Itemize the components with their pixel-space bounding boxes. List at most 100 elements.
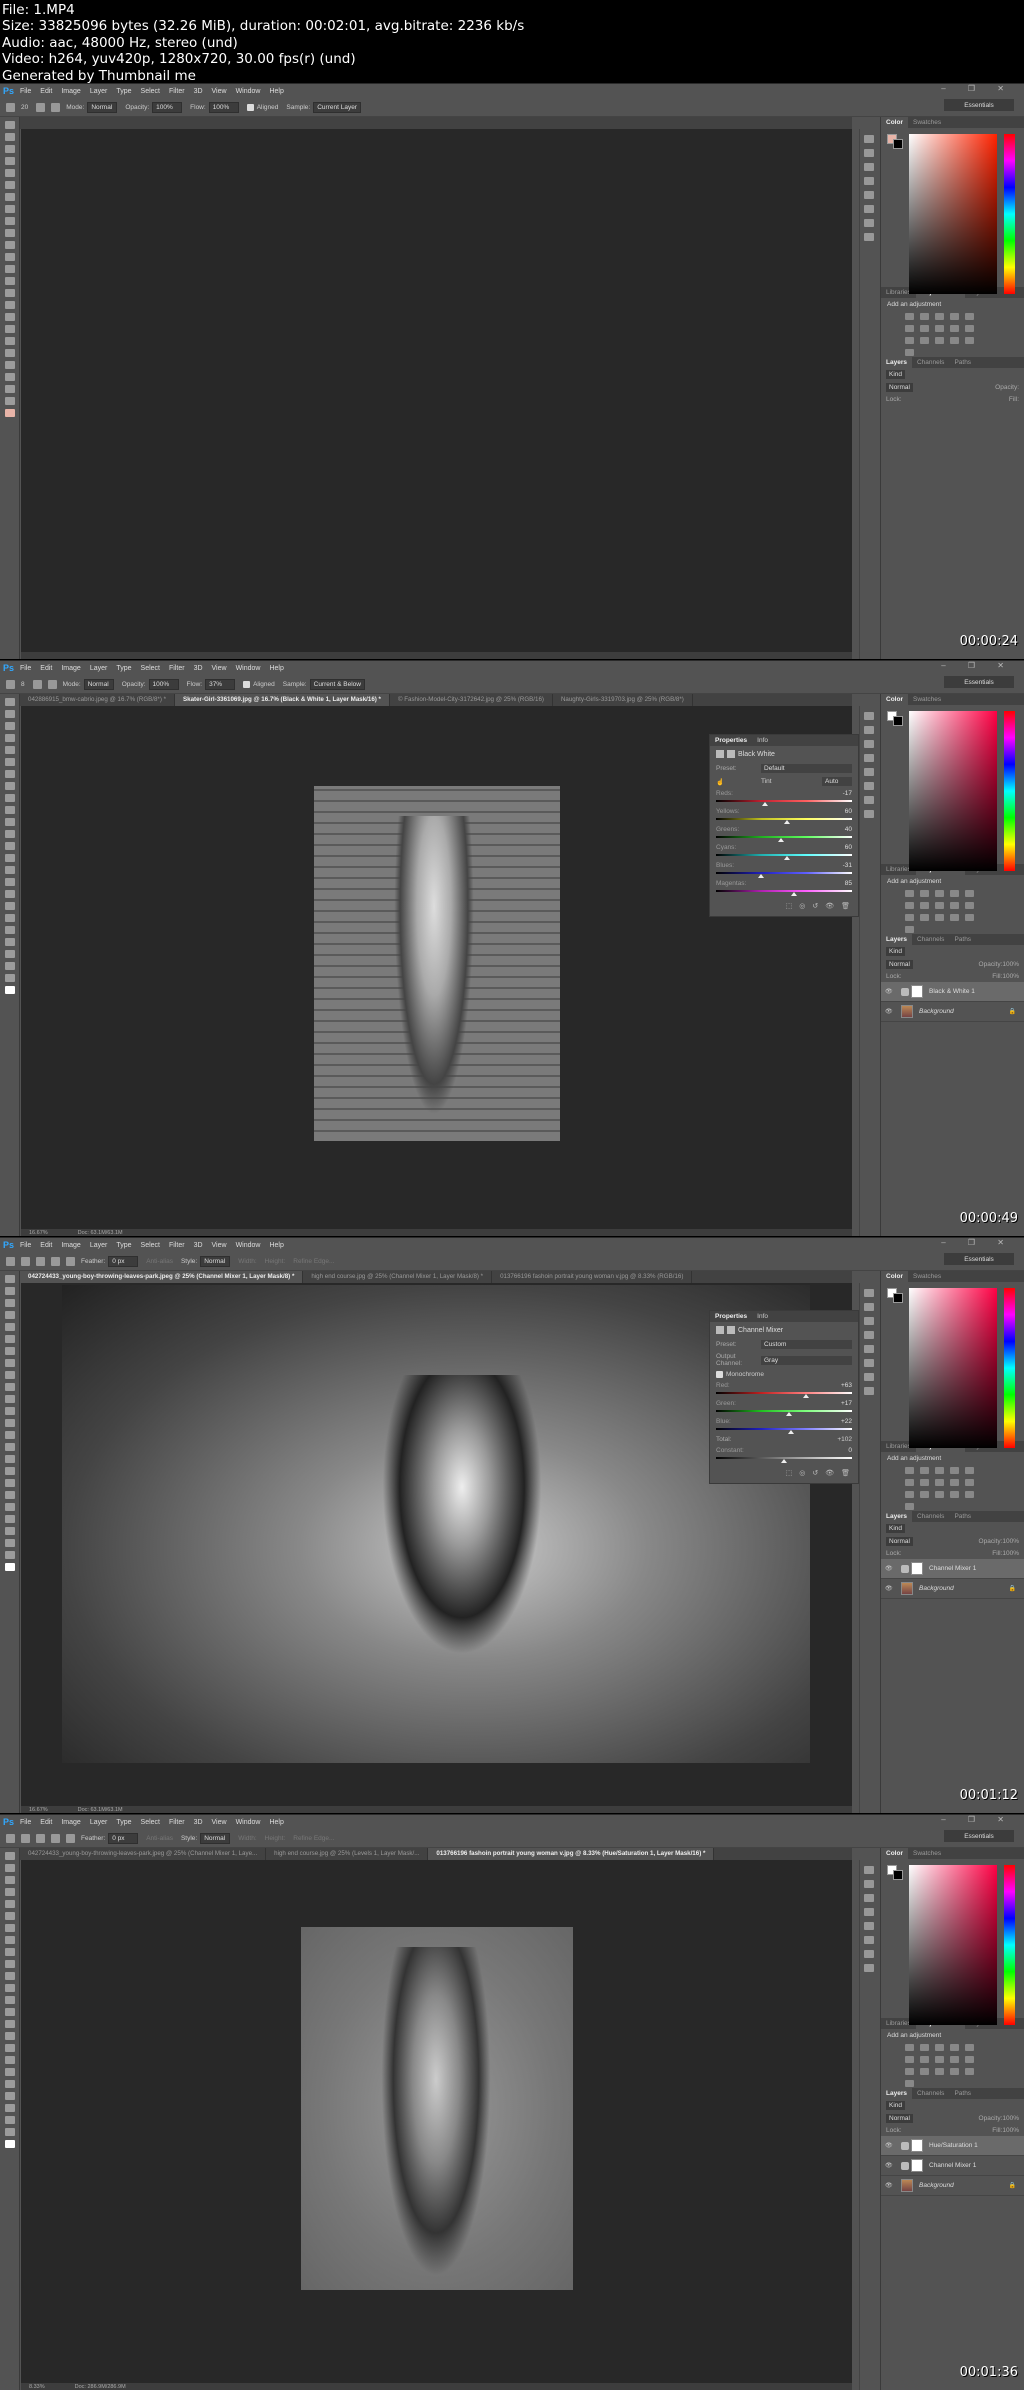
channel-mixer-adjustment-icon[interactable] <box>965 2056 974 2063</box>
slider-track[interactable] <box>716 1457 852 1463</box>
sample-value[interactable]: Current Layer <box>313 101 361 113</box>
crop-tool-icon[interactable] <box>5 169 15 177</box>
layer-mask-thumbnail[interactable] <box>911 985 923 998</box>
menu-edit[interactable]: Edit <box>40 1819 52 1826</box>
menu-file[interactable]: File <box>20 88 31 95</box>
delete-icon[interactable]: 🗑 <box>841 1469 850 1477</box>
threshold-adjustment-icon[interactable] <box>950 2068 959 2075</box>
flow-field-value[interactable]: 37% <box>205 678 236 690</box>
toggle-visibility-icon[interactable]: 👁 <box>825 902 834 910</box>
vibrance-adjustment-icon[interactable] <box>965 313 974 320</box>
visibility-eye-icon[interactable]: 👁 <box>885 1008 894 1015</box>
menu-file[interactable]: File <box>20 665 31 672</box>
paragraph-panel-icon[interactable] <box>864 796 874 804</box>
workspace-switcher[interactable]: Essentials <box>944 1830 1014 1842</box>
color-balance-adjustment-icon[interactable] <box>920 325 929 332</box>
vibrance-adjustment-icon[interactable] <box>965 890 974 897</box>
clone-stamp-tool-icon[interactable] <box>5 1371 15 1379</box>
menu-3d[interactable]: 3D <box>194 1819 203 1826</box>
brush-tool-icon[interactable] <box>5 1359 15 1367</box>
gradient-tool-icon[interactable] <box>5 1407 15 1415</box>
eyedropper-tool-icon[interactable] <box>5 758 15 766</box>
blend-mode-select[interactable]: Normal <box>886 1537 913 1546</box>
hue-slider[interactable] <box>1004 711 1015 871</box>
pen-tool-icon[interactable] <box>5 2020 15 2028</box>
menu-edit[interactable]: Edit <box>40 1242 52 1249</box>
color-picker-field[interactable] <box>909 1288 997 1448</box>
fill-control[interactable]: Fill: <box>1009 396 1019 403</box>
zoom-level[interactable]: 8.33% <box>29 2384 45 2390</box>
color-balance-adjustment-icon[interactable] <box>920 902 929 909</box>
slider-value[interactable]: +63 <box>841 1382 852 1389</box>
channel-mixer-adjustment-icon[interactable] <box>965 1479 974 1486</box>
sample-select[interactable]: Sample: Current Layer <box>286 101 361 113</box>
tab-color[interactable]: Color <box>881 117 908 128</box>
document-tab[interactable]: high end course.jpg @ 25% (Levels 1, Lay… <box>266 1848 429 1860</box>
eyedropper-tool-icon[interactable] <box>5 181 15 189</box>
history-panel-icon[interactable] <box>864 712 874 720</box>
blend-mode-select[interactable]: Normal <box>886 960 913 969</box>
eraser-tool-icon[interactable] <box>5 1395 15 1403</box>
slider-track[interactable] <box>716 818 852 824</box>
channel-mixer-adjustment-icon[interactable] <box>965 325 974 332</box>
move-tool-icon[interactable] <box>5 1275 15 1283</box>
foreground-color-swatch[interactable] <box>5 2140 15 2148</box>
menu-window[interactable]: Window <box>236 665 261 672</box>
photo-filter-adjustment-icon[interactable] <box>950 902 959 909</box>
more-tool-icon[interactable] <box>5 361 15 369</box>
photo-filter-adjustment-icon[interactable] <box>950 1479 959 1486</box>
info-panel-icon[interactable] <box>864 754 874 762</box>
menu-window[interactable]: Window <box>236 1819 261 1826</box>
tab-swatches[interactable]: Swatches <box>908 696 946 703</box>
toggle-brush-panel-icon[interactable] <box>36 102 46 112</box>
blur-tool-icon[interactable] <box>5 842 15 850</box>
slider-thumb[interactable] <box>761 802 768 806</box>
tab-swatches[interactable]: Swatches <box>908 119 946 126</box>
gradient-tool-icon[interactable] <box>5 253 15 261</box>
photo-filter-adjustment-icon[interactable] <box>950 325 959 332</box>
new-selection-icon[interactable] <box>21 1256 30 1266</box>
photo-filter-adjustment-icon[interactable] <box>950 2056 959 2063</box>
style-select[interactable]: Style: Normal <box>181 1832 231 1844</box>
threshold-adjustment-icon[interactable] <box>950 337 959 344</box>
targeted-adjustment-icon[interactable]: ☝ <box>716 778 761 786</box>
selective-color-adjustment-icon[interactable] <box>905 926 914 933</box>
shape-tool-icon[interactable] <box>5 902 15 910</box>
slider-thumb[interactable] <box>790 892 797 896</box>
fill-control[interactable]: Fill:100% <box>992 2127 1019 2134</box>
gradient-tool-icon[interactable] <box>5 1984 15 1992</box>
zoom-level[interactable]: 16.67% <box>29 1807 48 1813</box>
visibility-eye-icon[interactable]: 👁 <box>885 2142 894 2149</box>
clone-source-panel-icon[interactable] <box>864 205 874 213</box>
preset-select[interactable]: Custom <box>761 1340 852 1349</box>
reset-icon[interactable]: ↺ <box>812 1469 818 1477</box>
quick-mask-tool-icon[interactable] <box>5 1539 15 1547</box>
lasso-tool-icon[interactable] <box>5 145 15 153</box>
style-value[interactable]: Normal <box>200 1832 231 1844</box>
history-brush-tool-icon[interactable] <box>5 1960 15 1968</box>
crop-tool-icon[interactable] <box>5 1323 15 1331</box>
black-white-adjustment-icon[interactable] <box>935 2056 944 2063</box>
selective-color-adjustment-icon[interactable] <box>905 349 914 356</box>
background-swatch[interactable] <box>893 139 903 149</box>
slider-track[interactable] <box>716 1428 852 1434</box>
layer-row[interactable]: 👁 Channel Mixer 1 <box>881 2156 1024 2176</box>
tab-properties[interactable]: Properties <box>710 1313 752 1320</box>
dodge-tool-icon[interactable] <box>5 277 15 285</box>
flow-field[interactable]: Flow: 100% <box>190 101 239 113</box>
refine-edge-button[interactable]: Refine Edge... <box>293 1835 334 1842</box>
brightness-adjustment-icon[interactable] <box>905 890 914 897</box>
preset-select[interactable]: Default <box>761 764 852 773</box>
clip-to-layer-icon[interactable]: ⬚ <box>786 902 793 910</box>
opacity-field[interactable]: Opacity: 100% <box>122 678 179 690</box>
brushes-panel-icon[interactable] <box>864 768 874 776</box>
tab-swatches[interactable]: Swatches <box>908 1273 946 1280</box>
layer-row[interactable]: 👁 Background 🔒 <box>881 2176 1024 2196</box>
menu-view[interactable]: View <box>212 1242 227 1249</box>
opacity-value[interactable]: 100% <box>1002 961 1019 968</box>
delete-icon[interactable]: 🗑 <box>841 902 850 910</box>
width-field[interactable]: Width: <box>238 1835 256 1842</box>
layer-row[interactable]: 👁 Channel Mixer 1 <box>881 1559 1024 1579</box>
tab-layers[interactable]: Layers <box>881 357 912 368</box>
menu-edit[interactable]: Edit <box>40 88 52 95</box>
